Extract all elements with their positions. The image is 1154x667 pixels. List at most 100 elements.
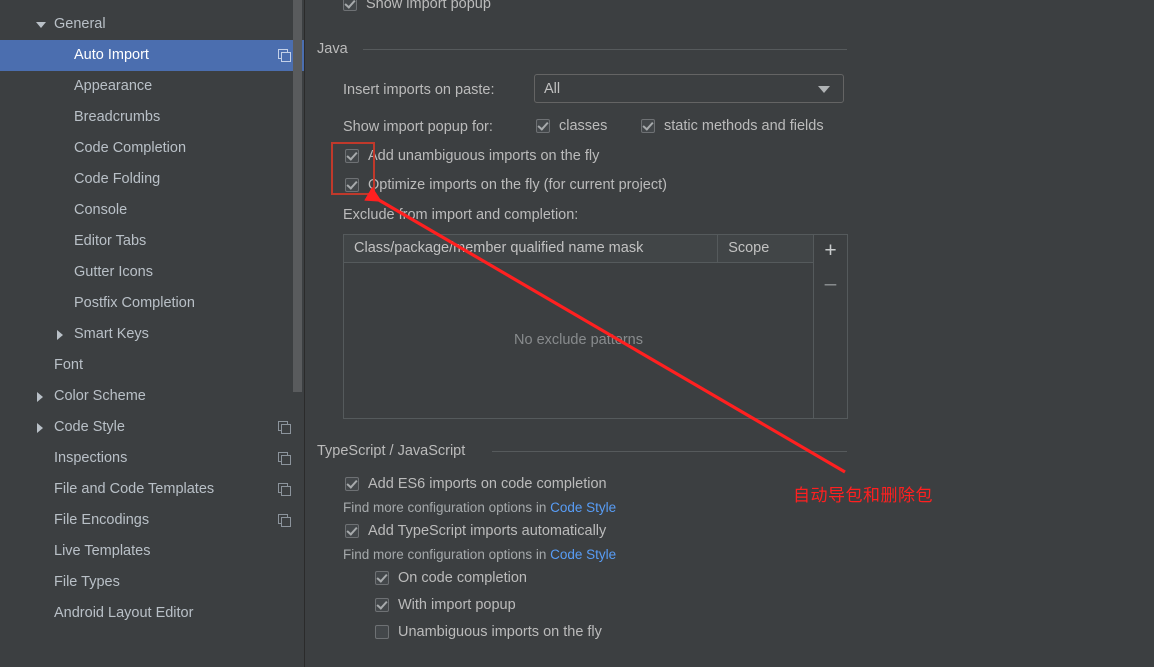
settings-tree[interactable]: Editor General Auto Import Appearance Breadc… — [0, 0, 305, 629]
group-divider-typescript-javascript — [492, 451, 847, 452]
remove-pattern-button[interactable]: – — [814, 269, 847, 297]
select-insert-imports-value: All — [544, 80, 561, 97]
chevron-right-icon[interactable] — [56, 329, 68, 341]
settings-tree-sidebar[interactable]: Editor General Auto Import Appearance Breadc… — [0, 0, 305, 667]
option-on-code-completion[interactable]: On code completion — [375, 570, 527, 586]
group-divider-java — [363, 49, 847, 50]
chevron-down-icon — [818, 85, 830, 93]
sidebar-item-general[interactable]: General — [0, 9, 305, 40]
option-show-import-popup-label: Show import popup — [366, 0, 491, 12]
checkbox-show-import-popup[interactable] — [343, 0, 357, 11]
annotation-label: 自动导包和删除包 — [793, 486, 933, 506]
copy-settings-icon — [278, 483, 291, 496]
checkbox-popup-static-methods[interactable] — [641, 119, 655, 133]
checkbox-add-unambiguous-imports[interactable] — [345, 149, 359, 163]
sidebar-item-label: Appearance — [74, 78, 153, 94]
sidebar-item-file-and-code-templates[interactable]: File and Code Templates — [0, 474, 305, 505]
table-header-row: Class/package/member qualified name mask… — [344, 235, 813, 263]
sidebar-item-label: Color Scheme — [54, 388, 146, 404]
group-title-java: Java — [317, 41, 357, 57]
sidebar-item-label: Postfix Completion — [74, 295, 195, 311]
sidebar-item-label: File Encodings — [54, 512, 150, 528]
sidebar-scrollbar[interactable] — [293, 0, 302, 392]
sidebar-item-code-folding[interactable]: Code Folding — [0, 164, 305, 195]
sidebar-item-auto-import[interactable]: Auto Import — [0, 40, 305, 71]
sidebar-item-label: Android Layout Editor — [54, 605, 194, 621]
checkbox-add-es6-imports[interactable] — [345, 477, 359, 491]
option-unambiguous-imports-on-fly-label: Unambiguous imports on the fly — [398, 624, 602, 640]
group-title-typescript-javascript: TypeScript / JavaScript — [317, 443, 475, 459]
sidebar-item-label: Live Templates — [54, 543, 151, 559]
copy-settings-icon — [278, 514, 291, 527]
sidebar-item-file-encodings[interactable]: File Encodings — [0, 505, 305, 536]
checkbox-on-code-completion[interactable] — [375, 571, 389, 585]
option-add-unambiguous-imports-label: Add unambiguous imports on the fly — [368, 148, 600, 164]
option-popup-classes-label: classes — [559, 118, 608, 134]
hint-typescript-code-style: Find more configuration options in Code … — [343, 547, 616, 562]
table-header-mask[interactable]: Class/package/member qualified name mask — [344, 235, 719, 262]
select-insert-imports-on-paste[interactable]: All — [534, 74, 844, 103]
sidebar-item-label: File Types — [54, 574, 120, 590]
checkbox-with-import-popup[interactable] — [375, 598, 389, 612]
sidebar-item-label: Smart Keys — [74, 326, 149, 342]
sidebar-item-label: Breadcrumbs — [74, 109, 161, 125]
chevron-right-icon[interactable] — [36, 391, 48, 403]
hint-typescript-prefix: Find more configuration options in — [343, 547, 551, 562]
link-code-style-typescript[interactable]: Code Style — [550, 547, 616, 562]
sidebar-item-gutter-icons[interactable]: Gutter Icons — [0, 257, 305, 288]
sidebar-item-breadcrumbs[interactable]: Breadcrumbs — [0, 102, 305, 133]
sidebar-item-file-types[interactable]: File Types — [0, 567, 305, 598]
sidebar-item-label: Editor — [32, 0, 74, 9]
sidebar-item-label: File and Code Templates — [54, 481, 215, 497]
option-unambiguous-imports-on-fly[interactable]: Unambiguous imports on the fly — [375, 624, 602, 640]
sidebar-item-label: Code Folding — [74, 171, 161, 187]
sidebar-item-color-scheme[interactable]: Color Scheme — [0, 381, 305, 412]
option-with-import-popup[interactable]: With import popup — [375, 597, 516, 613]
table-header-scope[interactable]: Scope — [718, 235, 813, 262]
checkbox-add-typescript-imports[interactable] — [345, 524, 359, 538]
sidebar-item-label: Gutter Icons — [74, 264, 153, 280]
sidebar-item-console[interactable]: Console — [0, 195, 305, 226]
chevron-down-icon[interactable] — [36, 19, 48, 31]
table-empty-message: No exclude patterns — [514, 332, 643, 348]
exclude-patterns-table[interactable]: Class/package/member qualified name mask… — [343, 234, 814, 419]
option-popup-static-methods[interactable]: static methods and fields — [641, 118, 824, 134]
option-add-typescript-imports-label: Add TypeScript imports automatically — [368, 523, 607, 539]
sidebar-item-android-layout-editor[interactable]: Android Layout Editor — [0, 598, 305, 629]
option-popup-classes[interactable]: classes — [536, 118, 607, 134]
table-buttons-strip: + – — [814, 234, 848, 419]
copy-settings-icon — [278, 421, 291, 434]
sidebar-item-smart-keys[interactable]: Smart Keys — [0, 319, 305, 350]
option-optimize-imports-on-fly[interactable]: Optimize imports on the fly (for current… — [345, 177, 667, 193]
sidebar-item-label: Auto Import — [74, 47, 149, 63]
checkbox-popup-classes[interactable] — [536, 119, 550, 133]
option-optimize-imports-on-fly-label: Optimize imports on the fly (for current… — [368, 177, 667, 193]
sidebar-item-code-completion[interactable]: Code Completion — [0, 133, 305, 164]
link-code-style-es6[interactable]: Code Style — [550, 500, 616, 515]
sidebar-item-editor[interactable]: Editor — [0, 0, 305, 9]
label-show-import-popup-for: Show import popup for: — [343, 119, 493, 135]
sidebar-item-live-templates[interactable]: Live Templates — [0, 536, 305, 567]
sidebar-item-postfix-completion[interactable]: Postfix Completion — [0, 288, 305, 319]
copy-settings-icon — [278, 452, 291, 465]
sidebar-item-font[interactable]: Font — [0, 350, 305, 381]
sidebar-item-inspections[interactable]: Inspections — [0, 443, 305, 474]
checkbox-unambiguous-imports-on-fly[interactable] — [375, 625, 389, 639]
sidebar-item-label: General — [54, 16, 106, 32]
option-add-typescript-imports[interactable]: Add TypeScript imports automatically — [345, 523, 606, 539]
option-add-unambiguous-imports[interactable]: Add unambiguous imports on the fly — [345, 148, 599, 164]
checkbox-optimize-imports-on-fly[interactable] — [345, 178, 359, 192]
hint-es6-prefix: Find more configuration options in — [343, 500, 551, 515]
option-show-import-popup[interactable]: Show import popup — [343, 0, 491, 12]
sidebar-item-label: Code Completion — [74, 140, 187, 156]
sidebar-item-label: Font — [54, 357, 84, 373]
chevron-right-icon[interactable] — [36, 422, 48, 434]
option-with-import-popup-label: With import popup — [398, 597, 516, 613]
option-add-es6-imports[interactable]: Add ES6 imports on code completion — [345, 476, 607, 492]
sidebar-item-editor-tabs[interactable]: Editor Tabs — [0, 226, 305, 257]
hint-es6-code-style: Find more configuration options in Code … — [343, 500, 616, 515]
sidebar-item-appearance[interactable]: Appearance — [0, 71, 305, 102]
add-pattern-button[interactable]: + — [814, 236, 847, 264]
sidebar-item-label: Console — [74, 202, 128, 218]
sidebar-item-code-style[interactable]: Code Style — [0, 412, 305, 443]
